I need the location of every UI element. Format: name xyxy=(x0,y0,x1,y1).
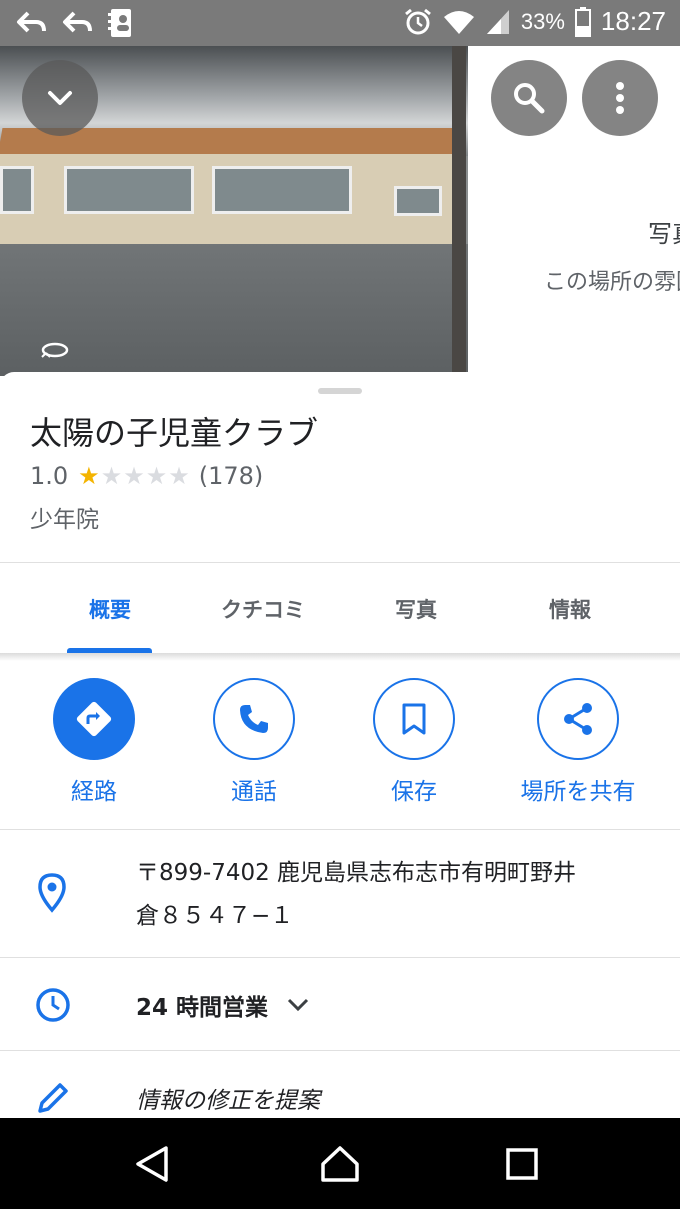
chevron-down-icon[interactable] xyxy=(286,997,310,1013)
directions-icon xyxy=(76,701,112,737)
location-pin-icon xyxy=(38,873,66,913)
tab-overview[interactable]: 概要 xyxy=(40,563,180,655)
rating-stars: ★★★★★ xyxy=(78,462,191,490)
share-button[interactable]: 場所を共有 xyxy=(498,678,658,806)
suggest-edit-row[interactable]: 情報の修正を提案 xyxy=(0,1051,680,1118)
more-vert-icon xyxy=(616,82,624,114)
star-icon: ★ xyxy=(168,462,191,490)
address-row[interactable]: 〒899-7402 鹿児島県志布志市有明町野井 倉８５４７−１ xyxy=(0,830,680,958)
back-arrow-icon xyxy=(17,11,46,33)
share-icon xyxy=(564,703,592,735)
edit-pencil-icon xyxy=(38,1083,68,1113)
rating-row[interactable]: 1.0 ★★★★★ (178) xyxy=(30,462,263,490)
call-label: 通話 xyxy=(231,779,277,805)
sheet-drag-handle[interactable] xyxy=(318,388,362,394)
back-triangle-icon xyxy=(136,1146,168,1182)
place-name: 太陽の子児童クラブ xyxy=(30,414,319,452)
home-icon xyxy=(321,1146,359,1182)
address-line-1: 〒899-7402 鹿児島県志布志市有明町野井 xyxy=(136,860,577,886)
nav-back-button[interactable] xyxy=(130,1142,174,1186)
hours-text: 24 時間営業 xyxy=(136,988,310,1022)
contact-card-icon xyxy=(108,9,131,37)
call-circle[interactable] xyxy=(213,678,295,760)
save-label: 保存 xyxy=(391,779,437,805)
battery-percent: 33% xyxy=(520,8,565,34)
clock-icon xyxy=(36,988,70,1022)
system-nav-bar xyxy=(0,1118,680,1209)
alarm-icon xyxy=(404,8,431,34)
nav-home-button[interactable] xyxy=(318,1142,362,1186)
tab-photos[interactable]: 写真 xyxy=(346,563,486,655)
hours-label: 24 時間営業 xyxy=(136,995,269,1021)
search-icon xyxy=(514,83,545,114)
share-circle[interactable] xyxy=(537,678,619,760)
save-circle[interactable] xyxy=(373,678,455,760)
clock: 18:27 xyxy=(600,6,666,36)
directions-button[interactable]: 経路 xyxy=(14,678,174,806)
tab-bar: 概要 クチコミ 写真 情報 xyxy=(0,563,680,655)
directions-circle[interactable] xyxy=(53,678,135,760)
tab-about[interactable]: 情報 xyxy=(500,563,640,655)
tab-bar-shadow xyxy=(0,653,680,661)
bookmark-icon xyxy=(402,703,426,735)
back-arrow-icon xyxy=(63,11,92,33)
address-line-2: 倉８５４７−１ xyxy=(136,903,294,929)
place-category: 少年院 xyxy=(30,507,99,533)
star-icon: ★ xyxy=(123,462,146,490)
signal-icon xyxy=(486,9,509,34)
photos-side-title: 写真 xyxy=(648,220,680,248)
recents-square-icon xyxy=(506,1148,538,1180)
photos-side-subtitle: この場所の雰囲気 xyxy=(544,270,680,295)
action-buttons: 経路 通話 保存 場所を共有 xyxy=(0,678,680,808)
address-text: 〒899-7402 鹿児島県志布志市有明町野井 倉８５４７−１ xyxy=(136,852,656,938)
share-label: 場所を共有 xyxy=(520,779,636,805)
phone-icon xyxy=(240,705,268,733)
collapse-button[interactable] xyxy=(22,60,98,136)
suggest-edit-text: 情報の修正を提案 xyxy=(136,1088,320,1114)
more-options-button[interactable] xyxy=(582,60,658,136)
star-icon: ★ xyxy=(78,462,101,490)
call-button[interactable]: 通話 xyxy=(174,678,334,806)
star-icon: ★ xyxy=(100,462,124,490)
search-button[interactable] xyxy=(491,60,567,136)
street-view-rotate-icon xyxy=(41,342,69,358)
wifi-icon xyxy=(443,10,474,34)
rating-value: 1.0 xyxy=(30,462,69,490)
save-button[interactable]: 保存 xyxy=(334,678,494,806)
tab-reviews[interactable]: クチコミ xyxy=(188,563,338,655)
battery-icon xyxy=(574,6,591,37)
nav-recents-button[interactable] xyxy=(500,1142,544,1186)
hours-row[interactable]: 24 時間営業 xyxy=(0,958,680,1050)
status-bar: 33% 18:27 xyxy=(0,0,680,46)
chevron-down-icon xyxy=(48,91,72,105)
star-icon: ★ xyxy=(145,462,169,490)
review-count: (178) xyxy=(198,462,264,490)
directions-label: 経路 xyxy=(71,779,117,805)
